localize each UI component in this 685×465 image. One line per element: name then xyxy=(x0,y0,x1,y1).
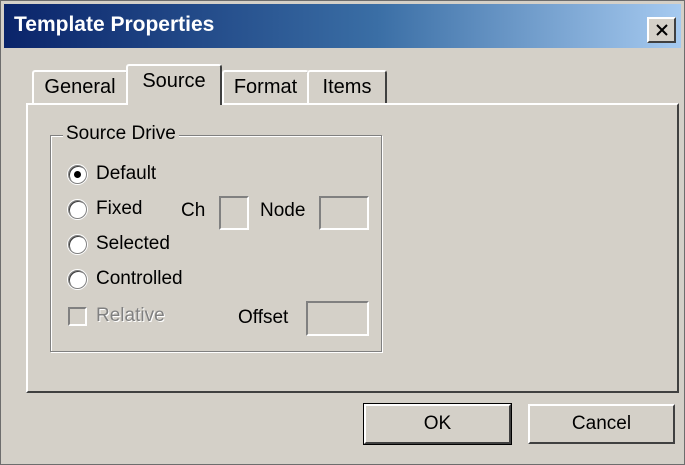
offset-field[interactable] xyxy=(306,301,369,336)
tab-general[interactable]: General xyxy=(32,70,128,103)
radio-fixed-label[interactable]: Fixed xyxy=(96,198,142,220)
radio-default-label[interactable]: Default xyxy=(96,163,156,185)
template-properties-dialog: Template Properties General Source Forma… xyxy=(0,0,685,465)
node-field[interactable] xyxy=(319,196,369,230)
radio-fixed[interactable] xyxy=(68,200,87,219)
relative-checkbox[interactable] xyxy=(68,307,87,326)
tab-format[interactable]: Format xyxy=(222,70,309,103)
radio-controlled-label[interactable]: Controlled xyxy=(96,268,183,290)
radio-selected-label[interactable]: Selected xyxy=(96,233,170,255)
tab-items-label: Items xyxy=(322,76,372,98)
title-bar[interactable]: Template Properties xyxy=(4,4,681,48)
radio-default-selected-dot xyxy=(74,171,81,178)
tab-items[interactable]: Items xyxy=(307,70,387,103)
ch-label: Ch xyxy=(181,200,206,221)
close-icon xyxy=(656,24,668,36)
ch-field[interactable] xyxy=(219,196,249,230)
node-label: Node xyxy=(260,200,306,221)
window-title: Template Properties xyxy=(14,13,215,36)
radio-controlled[interactable] xyxy=(68,270,87,289)
tab-format-label: Format xyxy=(233,76,298,98)
offset-label: Offset xyxy=(238,307,289,328)
tab-source[interactable]: Source xyxy=(126,64,222,105)
close-button[interactable] xyxy=(647,17,676,43)
cancel-button[interactable]: Cancel xyxy=(528,404,675,444)
source-drive-group-label: Source Drive xyxy=(63,123,179,145)
radio-default[interactable] xyxy=(68,165,87,184)
tab-general-label: General xyxy=(44,76,116,98)
radio-selected[interactable] xyxy=(68,235,87,254)
tab-source-label: Source xyxy=(142,70,206,92)
ok-button[interactable]: OK xyxy=(363,403,512,445)
source-tab-panel: Source Drive Default Fixed Ch Node Selec… xyxy=(26,103,679,393)
relative-label: Relative xyxy=(96,305,165,326)
source-drive-group: Source Drive Default Fixed Ch Node Selec… xyxy=(50,123,382,352)
